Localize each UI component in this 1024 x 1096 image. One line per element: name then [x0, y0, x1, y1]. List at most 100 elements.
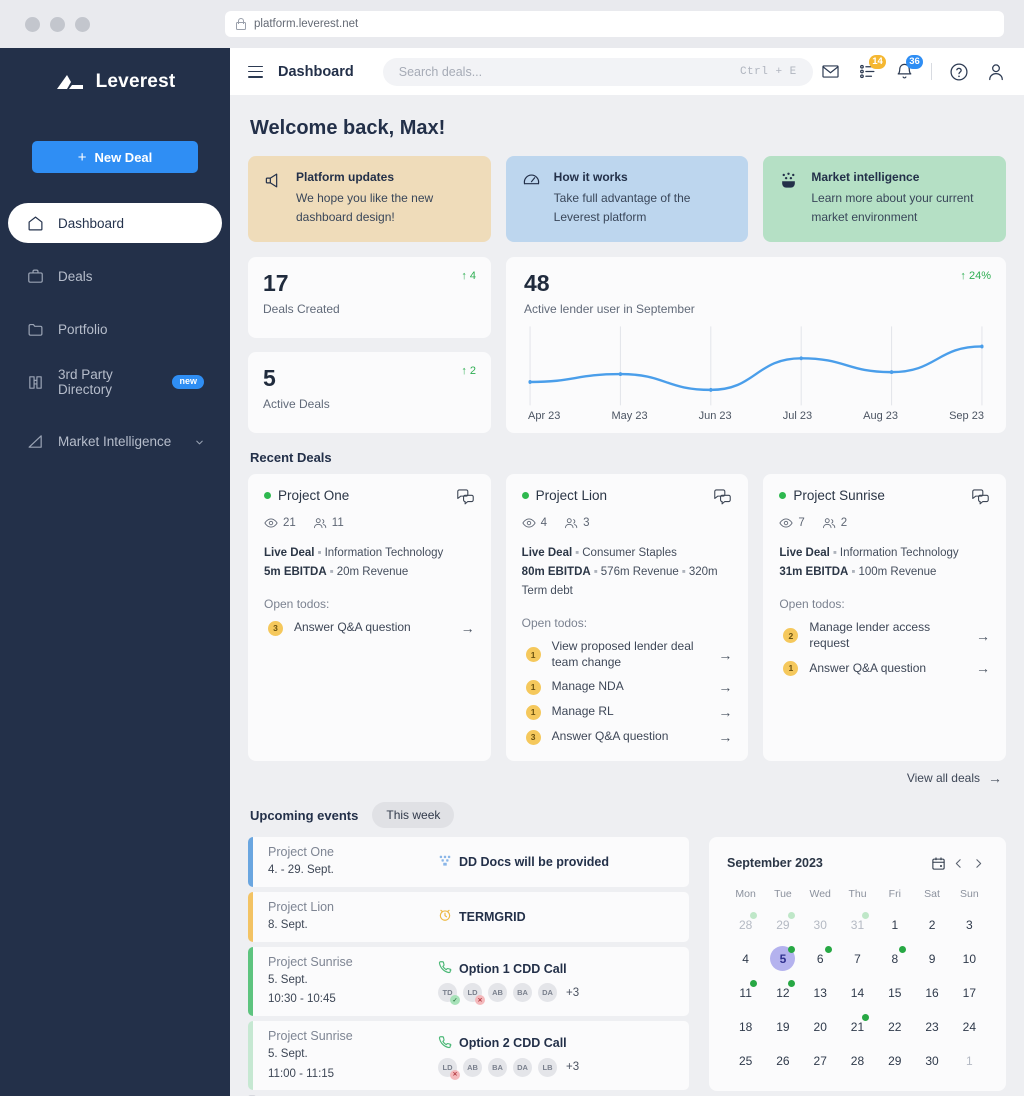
calendar-cell[interactable]: 14 [839, 980, 876, 1005]
calendar-day[interactable]: 27 [808, 1048, 833, 1073]
calendar-day[interactable]: 1 [957, 1048, 982, 1073]
calendar-cell[interactable]: 26 [764, 1048, 801, 1073]
todo-item[interactable]: 3 Answer Q&A question → [264, 620, 475, 636]
calendar-cell[interactable]: 30 [913, 1048, 950, 1073]
close-window-button[interactable] [25, 16, 40, 32]
attendee-avatar[interactable]: LD ✕ [463, 983, 485, 1006]
calendar-cell[interactable]: 30 [802, 912, 839, 937]
view-all-deals-link[interactable]: View all deals → [248, 770, 1002, 786]
chat-icon[interactable] [971, 488, 990, 510]
event-row[interactable]: Project Sunrise 5. Sept. 10:30 - 10:45 O… [248, 946, 689, 1016]
arrow-right-icon[interactable]: → [718, 647, 732, 663]
calendar-day[interactable]: 3 [957, 912, 982, 937]
arrow-right-icon[interactable]: → [718, 704, 732, 720]
promo-card-platform-updates[interactable]: Platform updates We hope you like the ne… [248, 156, 491, 243]
calendar-day[interactable]: 7 [845, 946, 870, 971]
calendar-cell[interactable]: 9 [913, 946, 950, 971]
sidebar-item-market-intelligence[interactable]: Market Intelligence [8, 421, 222, 461]
calendar-cell[interactable]: 22 [876, 1014, 913, 1039]
todo-item[interactable]: 1 Manage RL → [522, 704, 732, 720]
calendar-cell[interactable]: 5 [764, 946, 801, 972]
arrow-right-icon[interactable]: → [718, 729, 732, 745]
calendar-cell[interactable]: 6 [802, 946, 839, 971]
user-avatar-icon[interactable] [986, 62, 1006, 82]
calendar-picker-icon[interactable] [928, 853, 948, 873]
calendar-cell[interactable]: 18 [727, 1014, 764, 1039]
address-bar[interactable]: platform.leverest.net [225, 11, 1004, 37]
calendar-cell[interactable]: 19 [764, 1014, 801, 1039]
window-controls[interactable] [25, 16, 90, 32]
calendar-day[interactable]: 30 [808, 912, 833, 937]
stat-card-active-deals[interactable]: ↑ 2 5 Active Deals [248, 352, 491, 434]
calendar-cell[interactable]: 10 [951, 946, 988, 971]
calendar-day[interactable]: 28 [845, 1048, 870, 1073]
calendar-cell[interactable]: 29 [876, 1048, 913, 1073]
calendar-cell[interactable]: 24 [951, 1014, 988, 1039]
event-row[interactable]: Project One 4. - 29. Sept. DD Docs will … [248, 837, 689, 887]
calendar-cell[interactable]: 1 [951, 1048, 988, 1073]
calendar-cell[interactable]: 25 [727, 1048, 764, 1073]
attendee-avatar[interactable]: BA [488, 1057, 507, 1077]
bell-icon[interactable]: 36 [894, 54, 923, 82]
todo-item[interactable]: 1 View proposed lender deal team change … [522, 639, 732, 670]
event-row[interactable]: Project Lion 8. Sept. TERMGRID [248, 891, 689, 942]
calendar-cell[interactable]: 29 [764, 912, 801, 937]
calendar-cell[interactable]: 28 [839, 1048, 876, 1073]
calendar-day[interactable]: 30 [920, 1048, 945, 1073]
hamburger-menu-icon[interactable] [248, 65, 263, 78]
calendar-prev-month-button[interactable] [948, 853, 968, 873]
calendar-day[interactable]: 13 [808, 980, 833, 1005]
calendar-day[interactable]: 2 [920, 912, 945, 937]
calendar-cell[interactable]: 27 [802, 1048, 839, 1073]
attendee-avatar[interactable]: DA [513, 1057, 532, 1077]
promo-card-market-intelligence[interactable]: Market intelligence Learn more about you… [763, 156, 1007, 243]
sidebar-item-portfolio[interactable]: Portfolio [8, 309, 222, 349]
deal-card[interactable]: Project One 21 11 Live Deal ▪ Informatio… [248, 474, 491, 762]
calendar-cell[interactable]: 28 [727, 912, 764, 937]
arrow-right-icon[interactable]: → [976, 628, 990, 644]
calendar-day[interactable]: 18 [733, 1014, 758, 1039]
arrow-right-icon[interactable]: → [976, 660, 990, 676]
calendar-day[interactable]: 17 [957, 980, 982, 1005]
promo-card-how-it-works[interactable]: How it works Take full advantage of the … [505, 156, 749, 243]
chevron-down-icon[interactable] [194, 436, 204, 446]
calendar-cell[interactable]: 8 [876, 946, 913, 971]
calendar-cell[interactable]: 13 [802, 980, 839, 1005]
calendar-day[interactable]: 10 [957, 946, 982, 971]
envelope-icon[interactable] [820, 62, 840, 82]
attendee-avatar[interactable]: TD ✓ [438, 983, 460, 1006]
calendar-cell[interactable]: 7 [839, 946, 876, 971]
calendar-day[interactable]: 4 [733, 946, 758, 971]
minimize-window-button[interactable] [50, 16, 65, 32]
todo-item[interactable]: 3 Answer Q&A question → [522, 729, 732, 745]
calendar-cell[interactable]: 16 [913, 980, 950, 1005]
calendar-cell[interactable]: 23 [913, 1014, 950, 1039]
todo-item[interactable]: 1 Answer Q&A question → [779, 660, 990, 676]
calendar-cell[interactable]: 11 [727, 980, 764, 1005]
calendar-day[interactable]: 19 [770, 1014, 795, 1039]
calendar-cell[interactable]: 21 [839, 1014, 876, 1039]
calendar-cell[interactable]: 12 [764, 980, 801, 1005]
new-deal-button[interactable]: + New Deal [32, 141, 198, 173]
attendee-avatar[interactable]: DA [538, 983, 557, 1003]
attendee-avatar[interactable]: LB [538, 1057, 557, 1077]
deal-card[interactable]: Project Sunrise 7 2 Live Deal ▪ Informat… [763, 474, 1007, 762]
search-box[interactable]: Ctrl + E [382, 57, 813, 86]
attendee-avatar[interactable]: AB [463, 1057, 482, 1077]
tasks-icon[interactable]: 14 [857, 54, 886, 82]
this-week-filter-button[interactable]: This week [372, 802, 455, 829]
calendar-day[interactable]: 24 [957, 1014, 982, 1039]
calendar-day[interactable]: 23 [920, 1014, 945, 1039]
calendar-day[interactable]: 22 [882, 1014, 907, 1039]
attendee-avatar[interactable]: BA [513, 983, 532, 1003]
calendar-day[interactable]: 9 [920, 946, 945, 971]
sidebar-item-3rd-party-directory[interactable]: 3rd Party Directory new [8, 362, 222, 402]
todo-item[interactable]: 2 Manage lender access request → [779, 620, 990, 651]
todo-item[interactable]: 1 Manage NDA → [522, 679, 732, 695]
calendar-cell[interactable]: 31 [839, 912, 876, 937]
calendar-cell[interactable]: 4 [727, 946, 764, 971]
calendar-day[interactable]: 25 [733, 1048, 758, 1073]
calendar-day[interactable]: 29 [882, 1048, 907, 1073]
calendar-cell[interactable]: 2 [913, 912, 950, 937]
chat-icon[interactable] [713, 488, 732, 510]
